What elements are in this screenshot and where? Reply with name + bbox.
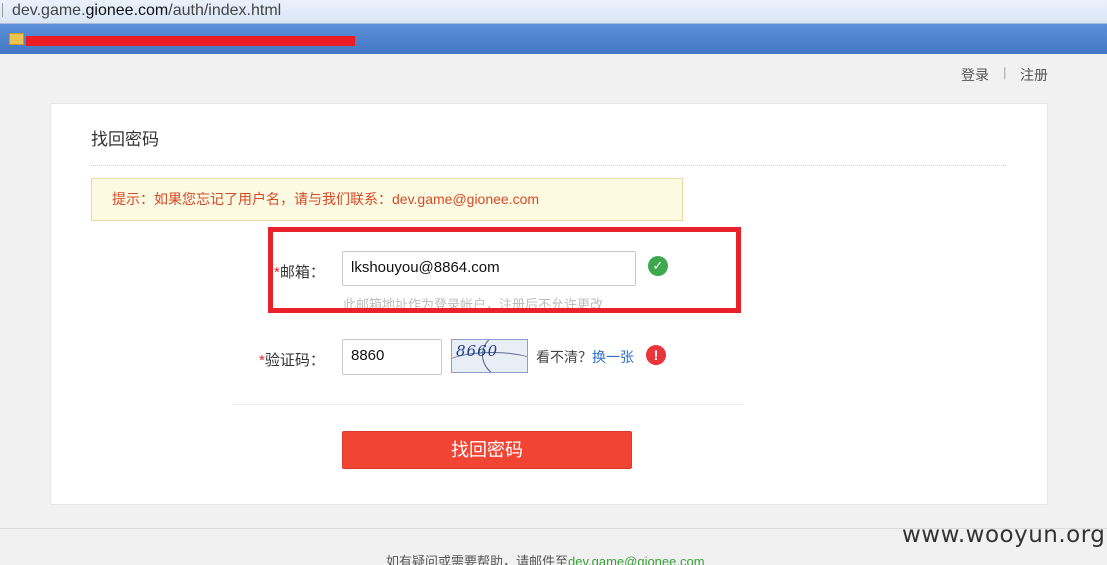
captcha-field[interactable]: 8860 — [342, 339, 442, 375]
captcha-image-text: 8660 — [456, 342, 499, 360]
refresh-captcha-link[interactable]: 换一张 — [592, 347, 634, 367]
folder-icon[interactable] — [9, 33, 24, 45]
page-title: 找回密码 — [91, 130, 159, 149]
error-icon: ! — [646, 345, 666, 365]
captcha-image[interactable]: 8660 — [451, 339, 528, 373]
watermark: www.wooyun.org — [902, 522, 1106, 548]
top-navigation: 登录 | 注册 — [0, 54, 1107, 92]
captcha-label: *验证码： — [259, 349, 325, 370]
footer-email-link[interactable]: dev.game@gionee.com — [568, 554, 705, 565]
url-domain: gionee.com — [85, 2, 169, 19]
footer: 如有疑问或需要帮助，请邮件至dev.game@gionee.com — [386, 551, 705, 565]
url-prefix: dev.game. — [12, 2, 86, 19]
captcha-label-text: 验证码： — [264, 352, 325, 369]
submit-button[interactable]: 找回密码 — [342, 431, 632, 469]
title-divider — [91, 165, 1006, 166]
unclear-text: 看不清？ — [536, 349, 592, 365]
bookmarks-bar — [0, 24, 1107, 54]
login-link[interactable]: 登录 — [961, 65, 989, 85]
highlight-box — [268, 227, 741, 313]
nav-separator: | — [1003, 65, 1007, 80]
contact-tip: 提示：如果您忘记了用户名，请与我们联系：dev.game@gionee.com — [91, 178, 683, 221]
redaction-bar — [26, 36, 355, 46]
register-link[interactable]: 注册 — [1020, 65, 1048, 85]
form-divider — [232, 404, 744, 405]
page-icon — [2, 3, 10, 17]
url-path: /auth/index.html — [168, 2, 282, 19]
browser-address-bar[interactable]: dev.game.gionee.com/auth/index.html — [0, 0, 1107, 24]
footer-text: 如有疑问或需要帮助，请邮件至 — [386, 554, 569, 565]
